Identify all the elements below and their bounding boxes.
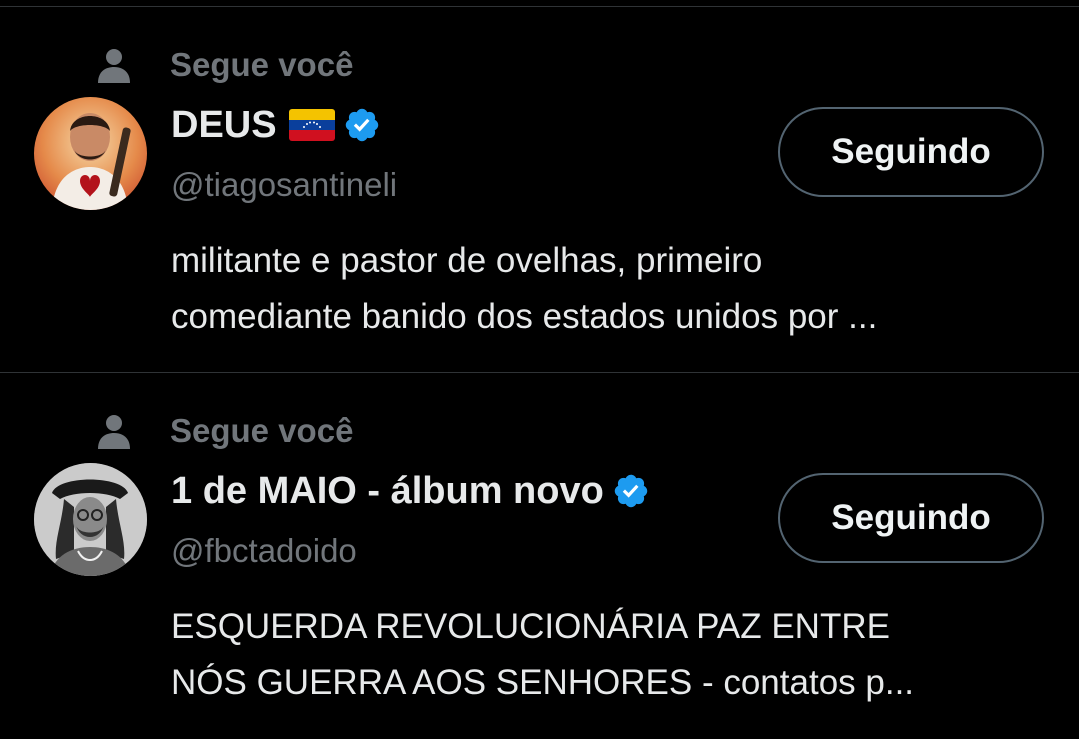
user-handle[interactable]: @tiagosantineli <box>171 165 397 205</box>
following-button[interactable]: Seguindo <box>778 473 1044 563</box>
bio-line: militante e pastor de ovelhas, primeiro <box>171 241 763 280</box>
user-handle[interactable]: @fbctadoido <box>171 531 357 571</box>
name-row[interactable]: 1 de MAIO - álbum novo <box>171 469 650 513</box>
avatar[interactable] <box>34 97 147 210</box>
verified-badge-icon <box>614 474 648 508</box>
following-button[interactable]: Seguindo <box>778 107 1044 197</box>
person-icon <box>98 415 130 449</box>
avatar-image <box>34 97 147 210</box>
user-cell[interactable]: Segue você 1 de MAIO - álbum novo @fbcta… <box>0 373 1079 739</box>
bio-line: comediante banido dos estados unidos por… <box>171 297 878 336</box>
bio-line: NÓS GUERRA AOS SENHORES - contatos p... <box>171 663 915 702</box>
display-name[interactable]: 1 de MAIO - álbum novo <box>171 469 604 513</box>
user-bio: ESQUERDA REVOLUCIONÁRIA PAZ ENTRE NÓS GU… <box>171 599 1051 711</box>
bio-line: ESQUERDA REVOLUCIONÁRIA PAZ ENTRE <box>171 607 890 646</box>
avatar[interactable] <box>34 463 147 576</box>
user-cell[interactable]: Segue você DEUS @tiagosantineli Seguindo… <box>0 7 1079 373</box>
verified-badge-icon <box>345 108 378 142</box>
person-icon <box>98 49 130 83</box>
user-bio: militante e pastor de ovelhas, primeiro … <box>171 233 1051 345</box>
follows-you-label: Segue você <box>170 412 354 449</box>
venezuela-flag-icon <box>288 109 335 141</box>
follows-you-row: Segue você <box>96 45 353 85</box>
follows-you-row: Segue você <box>96 411 353 451</box>
avatar-image <box>34 463 147 576</box>
follows-you-label: Segue você <box>170 46 354 83</box>
display-name[interactable]: DEUS <box>171 103 277 147</box>
name-row[interactable]: DEUS <box>171 103 381 147</box>
